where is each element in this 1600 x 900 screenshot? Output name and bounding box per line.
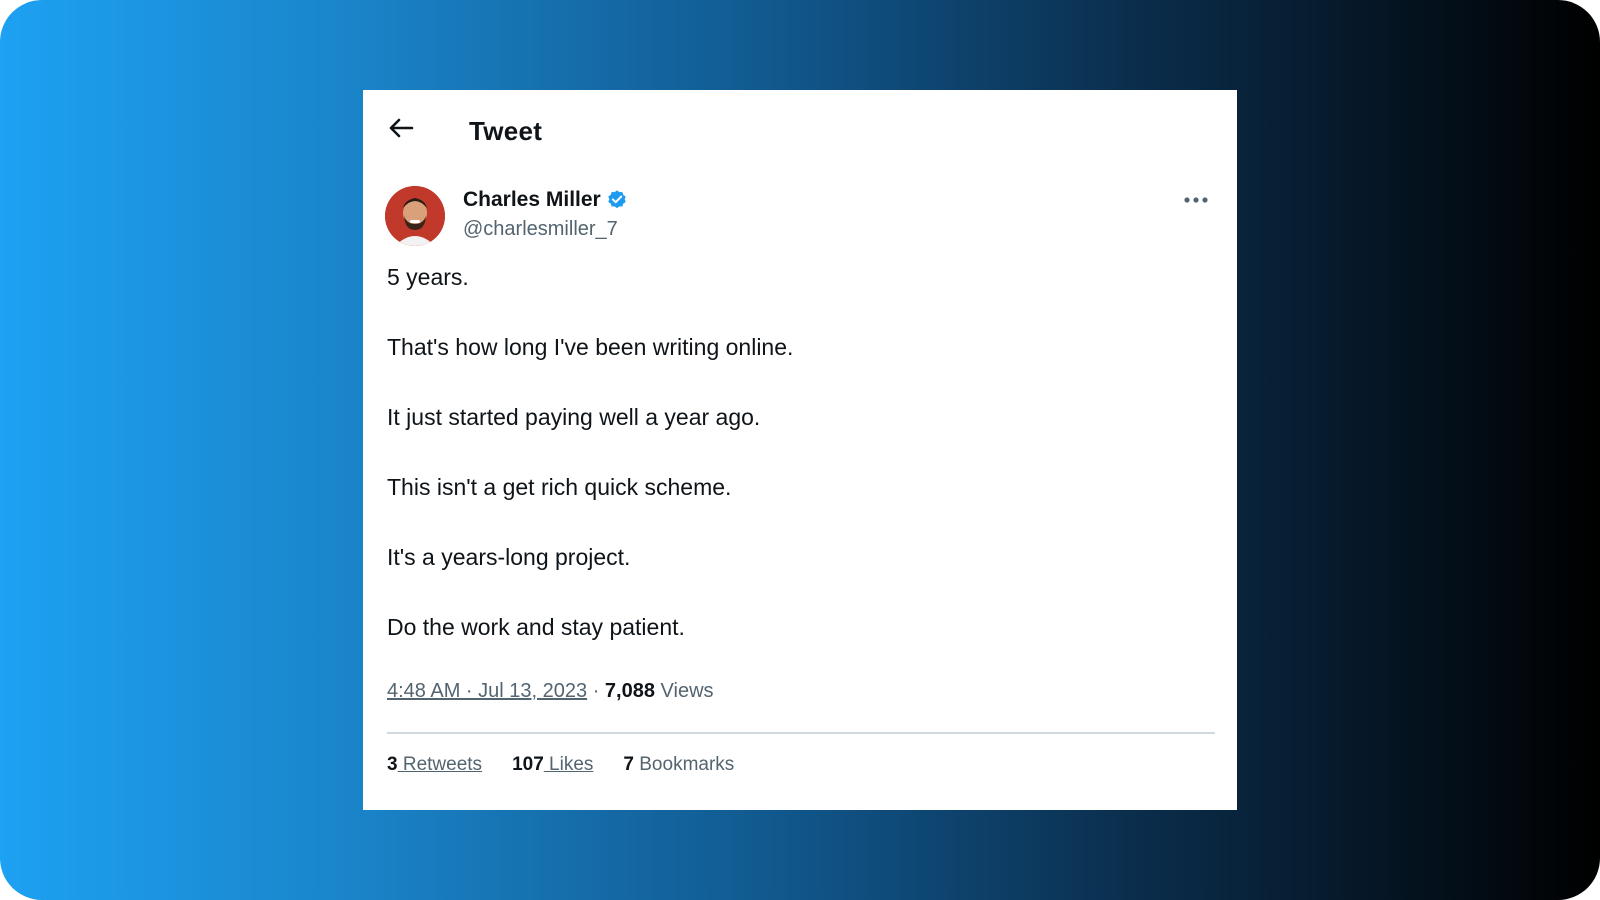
back-button[interactable] [385, 112, 417, 144]
meta-separator: · [587, 680, 605, 702]
author-handle[interactable]: @charlesmiller_7 [463, 218, 618, 241]
bookmarks-label: Bookmarks [633, 754, 735, 775]
more-options-button[interactable] [1181, 188, 1211, 212]
avatar[interactable] [385, 186, 445, 246]
retweets-count: 3 [387, 754, 398, 775]
likes-link[interactable]: 107 Likes [512, 754, 593, 776]
tweet-line: This isn't a get rich quick scheme. [387, 474, 732, 500]
more-horizontal-icon [1184, 197, 1208, 203]
tweet-card: Tweet Charles Miller @charlesmiller_7 5 … [363, 90, 1237, 810]
author-name[interactable]: Charles Miller [463, 188, 601, 212]
arrow-left-icon [389, 118, 414, 138]
views-label: Views [654, 680, 714, 702]
engagement-stats: 3 Retweets 107 Likes 7 Bookmarks [387, 754, 734, 776]
tweet-line: It just started paying well a year ago. [387, 404, 761, 430]
views-count: 7,088 [604, 680, 655, 702]
retweets-label: Retweets [397, 754, 483, 775]
verified-badge-icon [608, 190, 626, 209]
tweet-text: 5 years. That's how long I've been writi… [387, 262, 1207, 682]
tweet-line: 5 years. [387, 264, 469, 290]
likes-count: 107 [512, 754, 544, 775]
tweet-line: Do the work and stay patient. [387, 614, 685, 640]
bookmarks-count: 7 [623, 754, 634, 775]
bookmarks-stat[interactable]: 7 Bookmarks [623, 754, 734, 776]
likes-label: Likes [543, 754, 594, 775]
retweets-link[interactable]: 3 Retweets [387, 754, 482, 776]
gradient-background: Tweet Charles Miller @charlesmiller_7 5 … [0, 0, 1600, 900]
tweet-line: It's a years-long project. [387, 544, 631, 570]
divider [387, 732, 1215, 734]
author-name-row: Charles Miller [463, 188, 628, 212]
tweet-meta: 4:48 AM · Jul 13, 2023 · 7,088 Views [387, 680, 714, 703]
timestamp-link[interactable]: 4:48 AM · Jul 13, 2023 [387, 680, 587, 703]
page-title: Tweet [469, 116, 543, 146]
tweet-line: That's how long I've been writing online… [387, 334, 794, 360]
